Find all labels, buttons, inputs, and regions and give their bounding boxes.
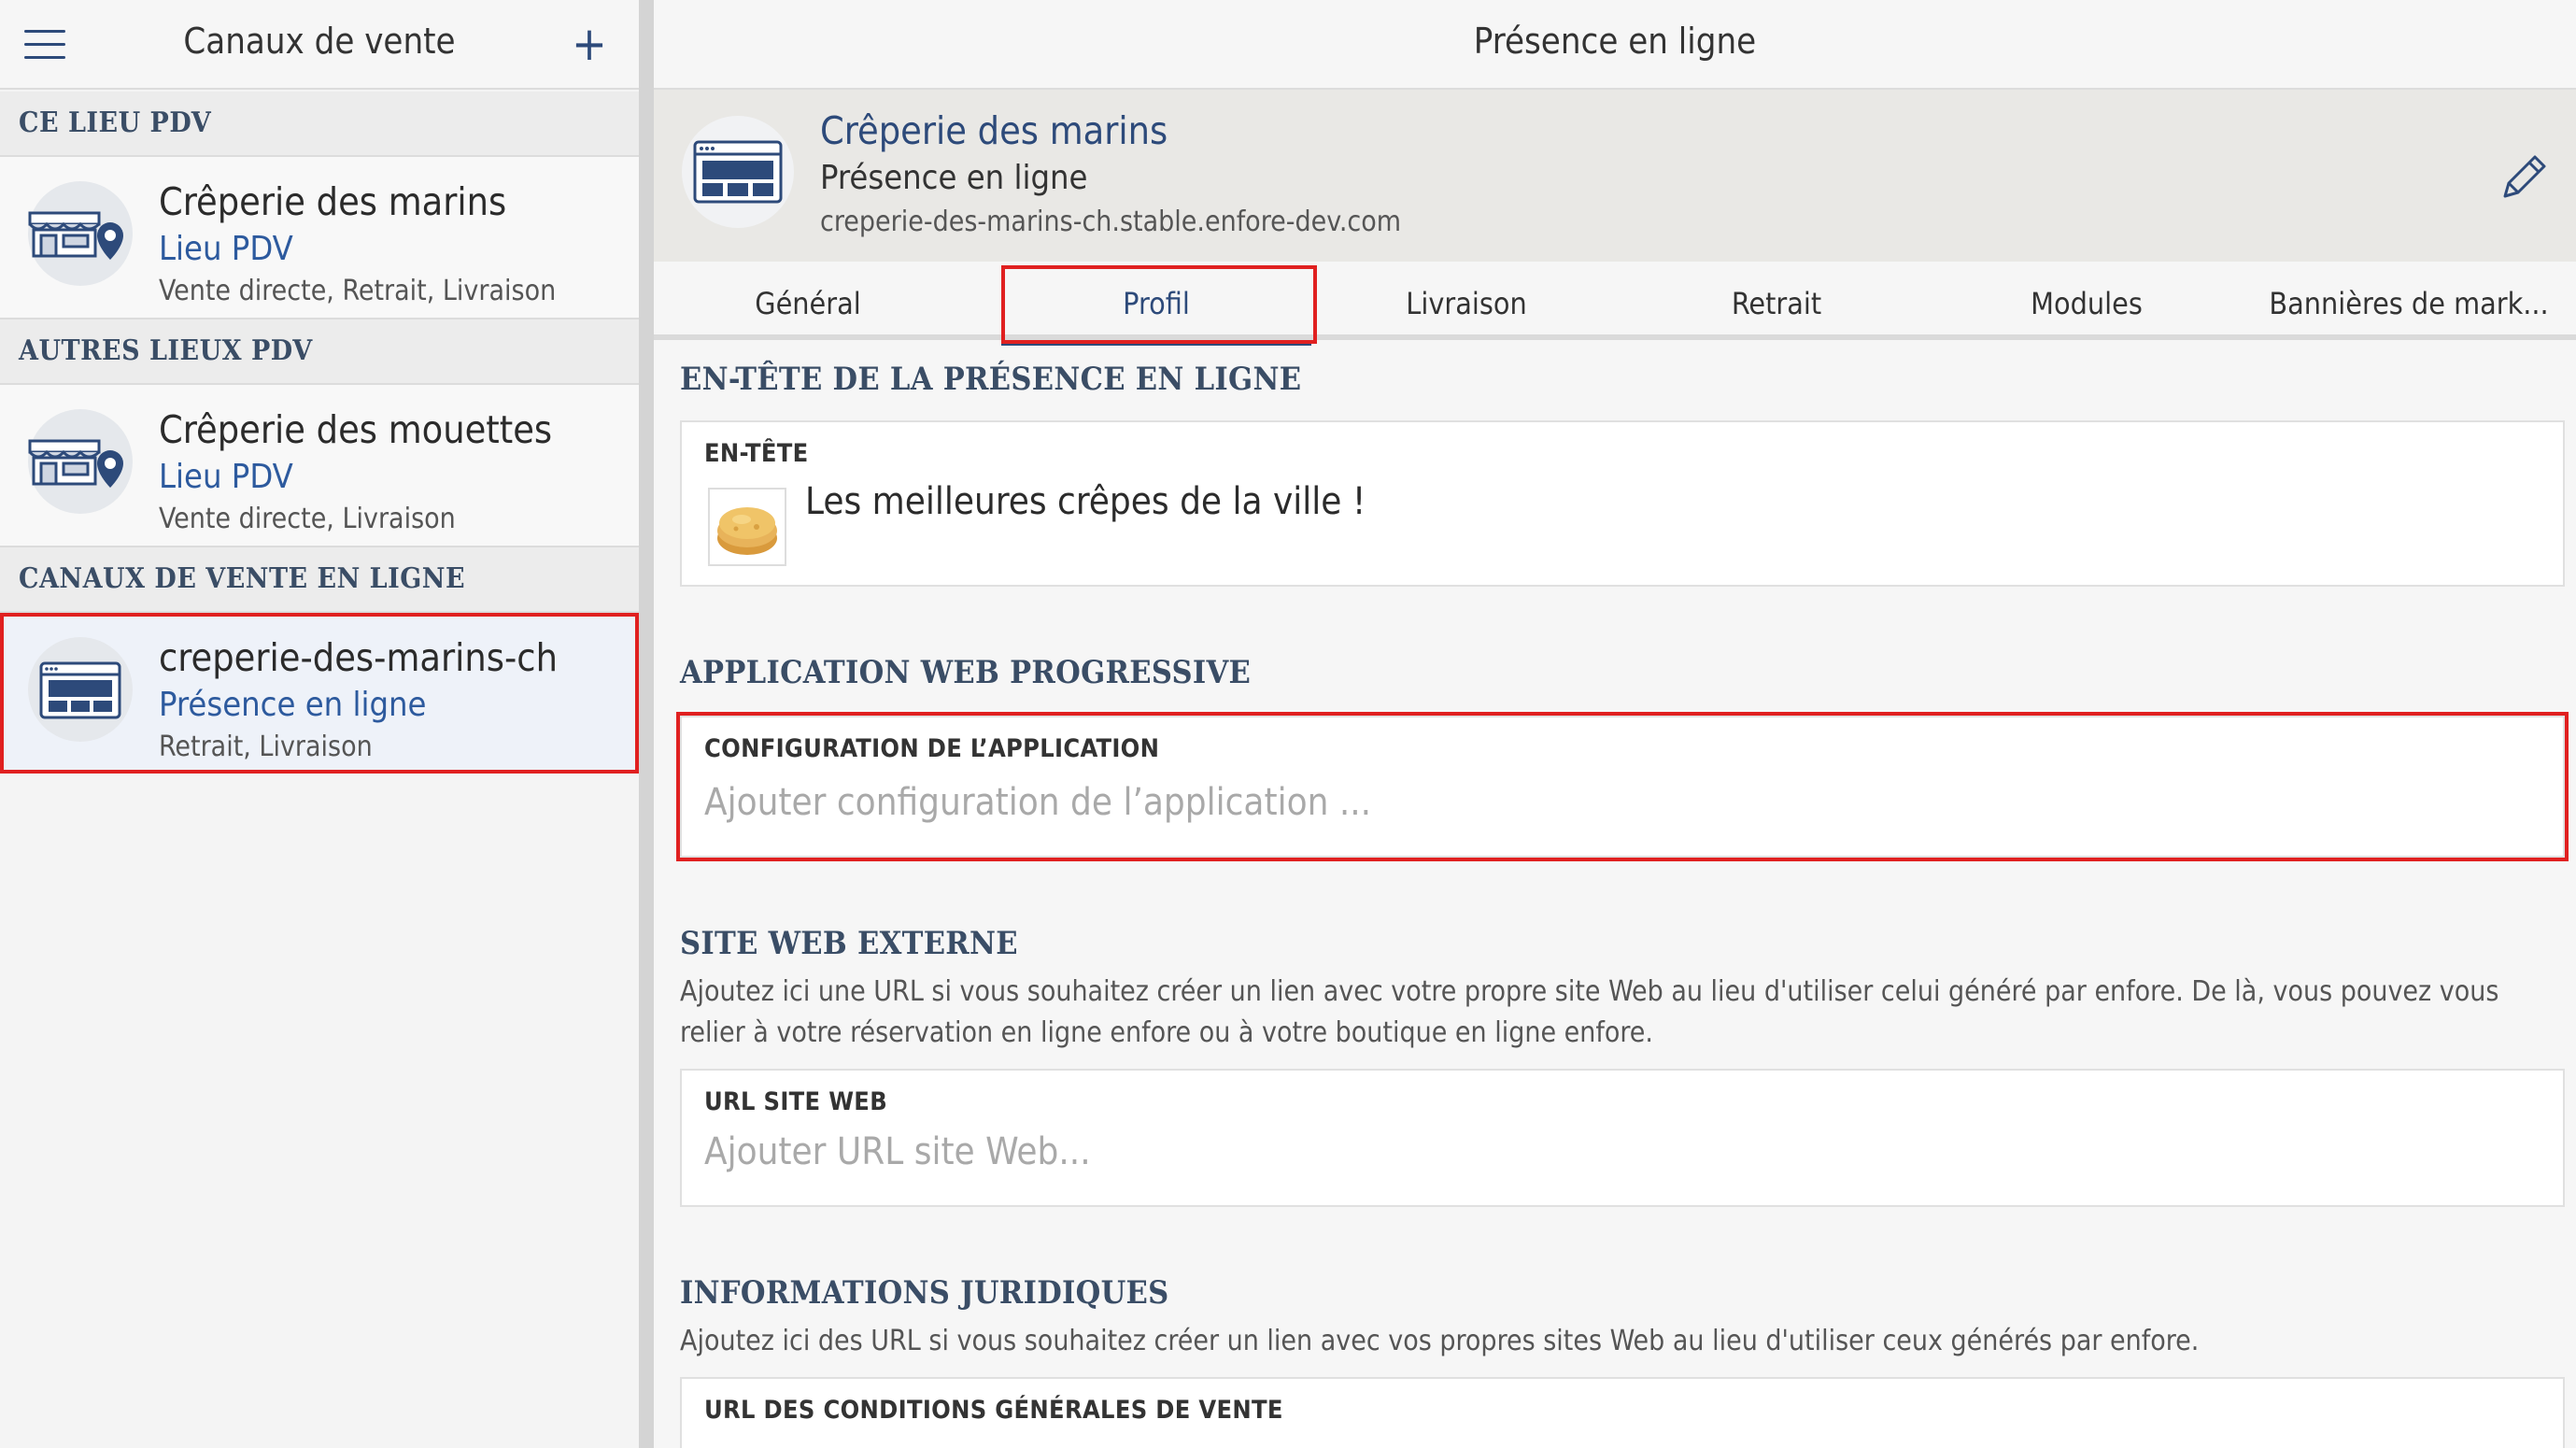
section-label: CE LIEU PDV	[19, 106, 212, 139]
plus-icon[interactable]: +	[571, 21, 608, 67]
field-label: CONFIGURATION DE L’APPLICATION	[704, 734, 1160, 763]
store-location-icon	[28, 409, 133, 514]
channel-name: Crêperie des mouettes	[159, 407, 553, 452]
right-pane-title: Présence en ligne	[1473, 21, 1757, 62]
tab-profil[interactable]: Profil	[1001, 262, 1311, 346]
tab-marketing-banners[interactable]: Bannières de mark...	[2242, 262, 2576, 340]
external-site-description: Ajoutez ici une URL si vous souhaitez cr…	[680, 975, 2499, 1049]
section-label: AUTRES LIEUX PDV	[19, 334, 313, 367]
channel-services: Retrait, Livraison	[159, 731, 373, 763]
field-label: URL SITE WEB	[704, 1087, 888, 1116]
channel-name: creperie-des-marins-ch	[159, 635, 558, 680]
website-url-field[interactable]: URL SITE WEB Ajouter URL site Web...	[680, 1069, 2565, 1207]
header-card[interactable]: EN-TÊTE Les meilleures crêpes de la vill…	[680, 420, 2565, 587]
banner-channel-url: creperie-des-marins-ch.stable.enfore-dev…	[820, 206, 1402, 238]
left-pane-title: Canaux de vente	[183, 21, 456, 62]
channel-banner: Crêperie des marins Présence en ligne cr…	[654, 90, 2576, 262]
online-presence-pane: Présence en ligne Crêperie des marins Pr…	[654, 0, 2576, 1448]
section-title-pwa: APPLICATION WEB PROGRESSIVE	[680, 654, 1252, 691]
section-header-this-pdv: CE LIEU PDV	[0, 92, 639, 157]
section-label: CANAUX DE VENTE EN LIGNE	[19, 562, 466, 595]
section-title-legal: INFORMATIONS JURIDIQUES	[680, 1274, 1169, 1312]
sales-channels-pane: Canaux de vente + CE LIEU PDV Crêperie d…	[0, 0, 639, 1448]
section-header-online: CANAUX DE VENTE EN LIGNE	[0, 547, 639, 613]
channel-item-creperie-mouettes[interactable]: Crêperie des mouettes Lieu PDV Vente dir…	[0, 385, 639, 547]
tab-bar: Général Profil Livraison Retrait Modules…	[654, 262, 2576, 346]
section-title-header: EN-TÊTE DE LA PRÉSENCE EN LIGNE	[680, 361, 1302, 398]
left-header: Canaux de vente +	[0, 0, 639, 90]
field-label: EN-TÊTE	[704, 439, 809, 468]
pencil-icon[interactable]	[2494, 149, 2552, 207]
right-header: Présence en ligne	[654, 0, 2576, 90]
web-browser-icon	[28, 637, 133, 742]
channel-services: Vente directe, Retrait, Livraison	[159, 275, 557, 307]
terms-url-field[interactable]: URL DES CONDITIONS GÉNÉRALES DE VENTE	[680, 1377, 2565, 1448]
store-location-icon	[28, 181, 133, 286]
section-header-other-pdv: AUTRES LIEUX PDV	[0, 319, 639, 385]
banner-channel-name: Crêperie des marins	[820, 108, 1168, 153]
crepe-image	[708, 488, 786, 566]
channel-type: Lieu PDV	[159, 458, 293, 496]
legal-description: Ajoutez ici des URL si vous souhaitez cr…	[680, 1325, 2200, 1357]
tab-general[interactable]: Général	[654, 262, 962, 340]
website-url-placeholder: Ajouter URL site Web...	[704, 1130, 1091, 1173]
pane-divider[interactable]	[639, 0, 654, 1448]
tab-livraison[interactable]: Livraison	[1311, 262, 1621, 340]
channel-name: Crêperie des marins	[159, 179, 507, 224]
channel-type: Lieu PDV	[159, 230, 293, 268]
tab-retrait[interactable]: Retrait	[1621, 262, 1932, 340]
channel-type: Présence en ligne	[159, 686, 427, 724]
web-browser-icon	[682, 116, 794, 228]
channel-item-creperie-marins[interactable]: Crêperie des marins Lieu PDV Vente direc…	[0, 157, 639, 319]
header-text: Les meilleures crêpes de la ville !	[805, 480, 1366, 523]
tab-modules[interactable]: Modules	[1932, 262, 2242, 340]
app-config-placeholder: Ajouter configuration de l’application .…	[704, 781, 1372, 824]
field-label: URL DES CONDITIONS GÉNÉRALES DE VENTE	[704, 1396, 1283, 1425]
channel-item-online-presence[interactable]: creperie-des-marins-ch Présence en ligne…	[0, 613, 639, 774]
banner-channel-type: Présence en ligne	[820, 159, 1088, 197]
section-title-external-site: SITE WEB EXTERNE	[680, 925, 1018, 962]
channel-services: Vente directe, Livraison	[159, 503, 456, 535]
app-config-field[interactable]: CONFIGURATION DE L’APPLICATION Ajouter c…	[676, 712, 2569, 861]
